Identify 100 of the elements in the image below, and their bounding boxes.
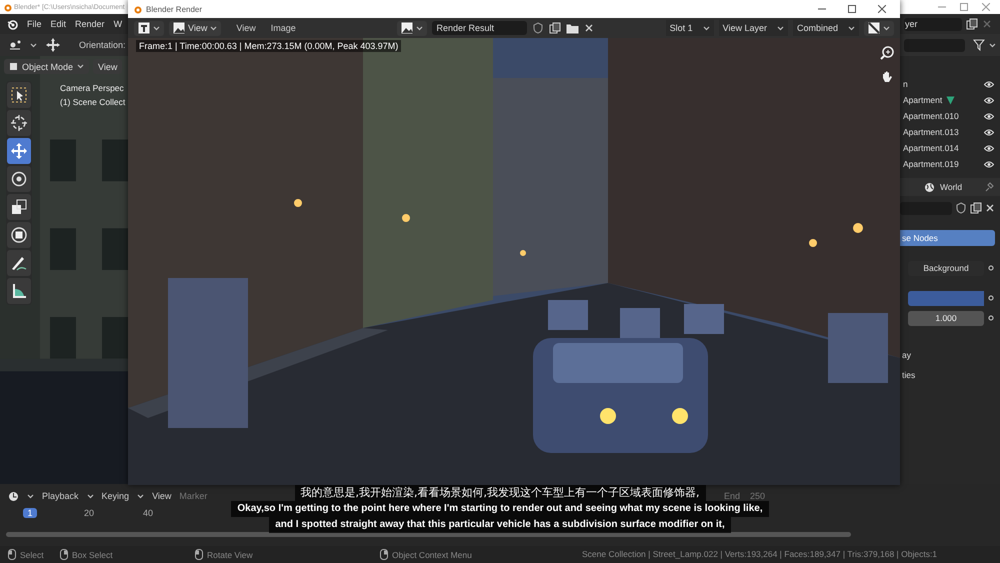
mouse-icon: [380, 549, 388, 560]
editor-type-button[interactable]: [134, 20, 164, 36]
image-browse-button[interactable]: [397, 20, 428, 36]
caret-icon: [416, 26, 424, 30]
menu-item[interactable]: Render: [75, 19, 105, 29]
caret-icon: [137, 494, 144, 498]
cursor-tool-button[interactable]: [7, 110, 31, 136]
display-channels-button[interactable]: [864, 20, 894, 36]
status-hint: Select: [20, 550, 44, 560]
outliner-item[interactable]: n: [903, 79, 908, 89]
outliner-item[interactable]: Apartment.013: [903, 127, 959, 137]
outliner-item[interactable]: Apartment.010: [903, 111, 959, 121]
pin-icon: [984, 182, 994, 192]
close-icon: [878, 5, 886, 13]
maximize-icon: [848, 5, 856, 13]
status-hint: Box Select: [72, 550, 113, 560]
viewport-overlay-text: Camera Perspec: [60, 83, 125, 93]
caret-icon: [776, 26, 784, 30]
copy-icon: [966, 18, 978, 30]
eye-icon: [984, 80, 994, 88]
caret-icon: [27, 494, 34, 498]
outliner-item[interactable]: Apartment: [903, 95, 942, 105]
view-layer-field[interactable]: yer: [904, 18, 962, 30]
viewport-overlay-text: (1) Scene Collect: [60, 97, 126, 107]
move-tool-button[interactable]: [7, 138, 31, 164]
menu-item[interactable]: View: [236, 23, 256, 33]
caret-icon: [883, 26, 890, 30]
menu-item[interactable]: Playback: [42, 491, 79, 501]
caret-icon: [702, 26, 710, 30]
dot-icon: [987, 294, 995, 302]
clock-icon: [8, 490, 19, 502]
caret-icon: [86, 494, 94, 498]
close-icon: [985, 203, 995, 213]
mode-dropdown[interactable]: Object Mode: [4, 59, 90, 74]
menu-item[interactable]: View: [152, 491, 172, 501]
status-hint: Rotate View: [207, 550, 253, 560]
folder-icon: [566, 22, 580, 34]
strength-field[interactable]: 1.000: [908, 310, 984, 326]
use-nodes-button[interactable]: se Nodes: [900, 230, 995, 246]
menu-item[interactable]: View: [93, 59, 122, 74]
menu-item[interactable]: Keying: [102, 491, 130, 501]
outliner-item[interactable]: Apartment.019: [903, 159, 959, 169]
eye-icon: [984, 144, 994, 152]
menu-item[interactable]: Image: [270, 23, 296, 33]
end-frame-label: End: [724, 491, 740, 501]
frame-number[interactable]: 1: [23, 508, 37, 518]
transform-icon: [9, 225, 29, 245]
image-name-field[interactable]: Render Result: [432, 21, 528, 35]
dot-icon: [987, 314, 995, 322]
rotate-icon: [9, 169, 29, 189]
menu-item[interactable]: File: [27, 19, 42, 29]
caret-icon: [153, 26, 160, 30]
blender-logo-icon: [3, 2, 12, 12]
orientation-label: Orientation:: [79, 40, 126, 50]
menu-item[interactable]: Edit: [50, 19, 66, 29]
mouse-icon: [195, 549, 203, 560]
surface-dropdown[interactable]: Background: [908, 260, 984, 276]
dot-icon: [987, 264, 995, 272]
color-swatch[interactable]: [908, 290, 984, 306]
select-tool-button[interactable]: [7, 82, 31, 108]
cube-icon: [9, 62, 18, 71]
layer-dropdown[interactable]: View Layer: [718, 20, 788, 36]
mouse-icon: [60, 549, 68, 560]
measure-tool-button[interactable]: [7, 278, 31, 304]
pass-dropdown[interactable]: Combined: [792, 20, 859, 36]
annotate-tool-button[interactable]: [7, 250, 31, 276]
world-icon: [924, 182, 935, 192]
caret-icon: [30, 42, 37, 48]
image-editor-icon: [138, 22, 150, 34]
close-icon: [584, 23, 594, 33]
select-icon: [9, 85, 29, 105]
move-arrows-icon: [45, 37, 61, 53]
eye-icon: [984, 96, 994, 104]
datablock-field[interactable]: [900, 202, 952, 214]
blender-logo-icon: [7, 18, 18, 30]
close-icon: [982, 3, 990, 11]
scale-icon: [9, 197, 29, 217]
eye-icon: [984, 112, 994, 120]
slot-dropdown[interactable]: Slot 1: [666, 20, 714, 36]
menu-item[interactable]: W: [114, 19, 122, 29]
pivot-icon: [8, 39, 22, 51]
mouse-icon: [8, 549, 16, 560]
status-hint: Object Context Menu: [392, 550, 472, 560]
image-icon: [401, 22, 414, 34]
shield-icon: [955, 202, 967, 214]
caret-icon: [77, 64, 84, 69]
cursor-icon: [9, 113, 29, 133]
transform-tool-button[interactable]: [7, 222, 31, 248]
copy-icon: [549, 22, 562, 34]
move-icon: [9, 141, 29, 161]
close-icon: [982, 19, 992, 29]
rotate-tool-button[interactable]: [7, 166, 31, 192]
mode-dropdown[interactable]: View: [169, 20, 222, 36]
caret-icon: [989, 42, 996, 48]
properties-tab-title: World: [940, 182, 962, 192]
panel-label[interactable]: ties: [902, 370, 916, 380]
outliner-item[interactable]: Apartment.014: [903, 143, 959, 153]
scale-tool-button[interactable]: [7, 194, 31, 220]
panel-label[interactable]: ay: [902, 350, 911, 360]
frame-number: 40: [142, 508, 154, 518]
